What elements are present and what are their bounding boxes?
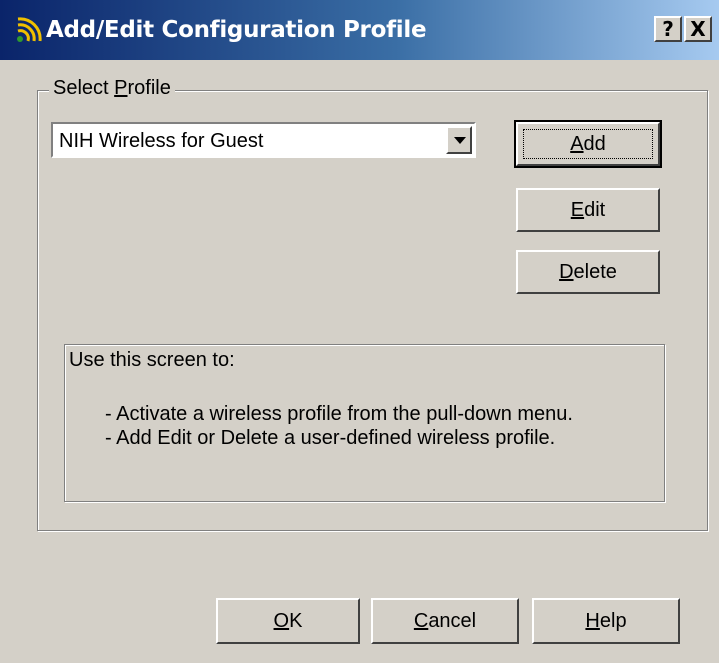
dropdown-arrow-button[interactable] bbox=[446, 126, 472, 154]
title-help-button[interactable]: ? bbox=[654, 16, 682, 42]
add-button[interactable]: Add bbox=[514, 120, 662, 168]
profile-dropdown-value: NIH Wireless for Guest bbox=[59, 130, 264, 152]
cancel-button[interactable]: Cancel bbox=[371, 598, 519, 644]
title-bar[interactable]: Add/Edit Configuration Profile ? X bbox=[0, 0, 719, 60]
ok-button-label: OK bbox=[273, 610, 303, 632]
delete-button-label: Delete bbox=[559, 261, 617, 283]
info-line: - Add Edit or Delete a user-defined wire… bbox=[105, 427, 556, 449]
cancel-button-label: Cancel bbox=[413, 610, 477, 632]
edit-button-label: Edit bbox=[570, 199, 606, 221]
info-panel: Use this screen to: - Activate a wireles… bbox=[64, 344, 665, 502]
dialog-window: Add/Edit Configuration Profile ? X Selec… bbox=[0, 0, 719, 663]
help-button[interactable]: Help bbox=[532, 598, 680, 644]
window-title: Add/Edit Configuration Profile bbox=[46, 17, 427, 43]
chevron-down-icon bbox=[454, 137, 466, 144]
ok-button[interactable]: OK bbox=[216, 598, 360, 644]
info-title: Use this screen to: bbox=[69, 349, 235, 371]
wireless-signal-icon bbox=[17, 17, 42, 42]
edit-button[interactable]: Edit bbox=[516, 188, 660, 232]
focus-ring bbox=[523, 129, 653, 159]
title-close-button[interactable]: X bbox=[684, 16, 712, 42]
help-button-label: Help bbox=[585, 610, 627, 632]
delete-button[interactable]: Delete bbox=[516, 250, 660, 294]
profile-dropdown[interactable]: NIH Wireless for Guest bbox=[51, 122, 476, 158]
select-profile-label: Select Profile bbox=[49, 77, 175, 99]
info-line: - Activate a wireless profile from the p… bbox=[105, 403, 573, 425]
